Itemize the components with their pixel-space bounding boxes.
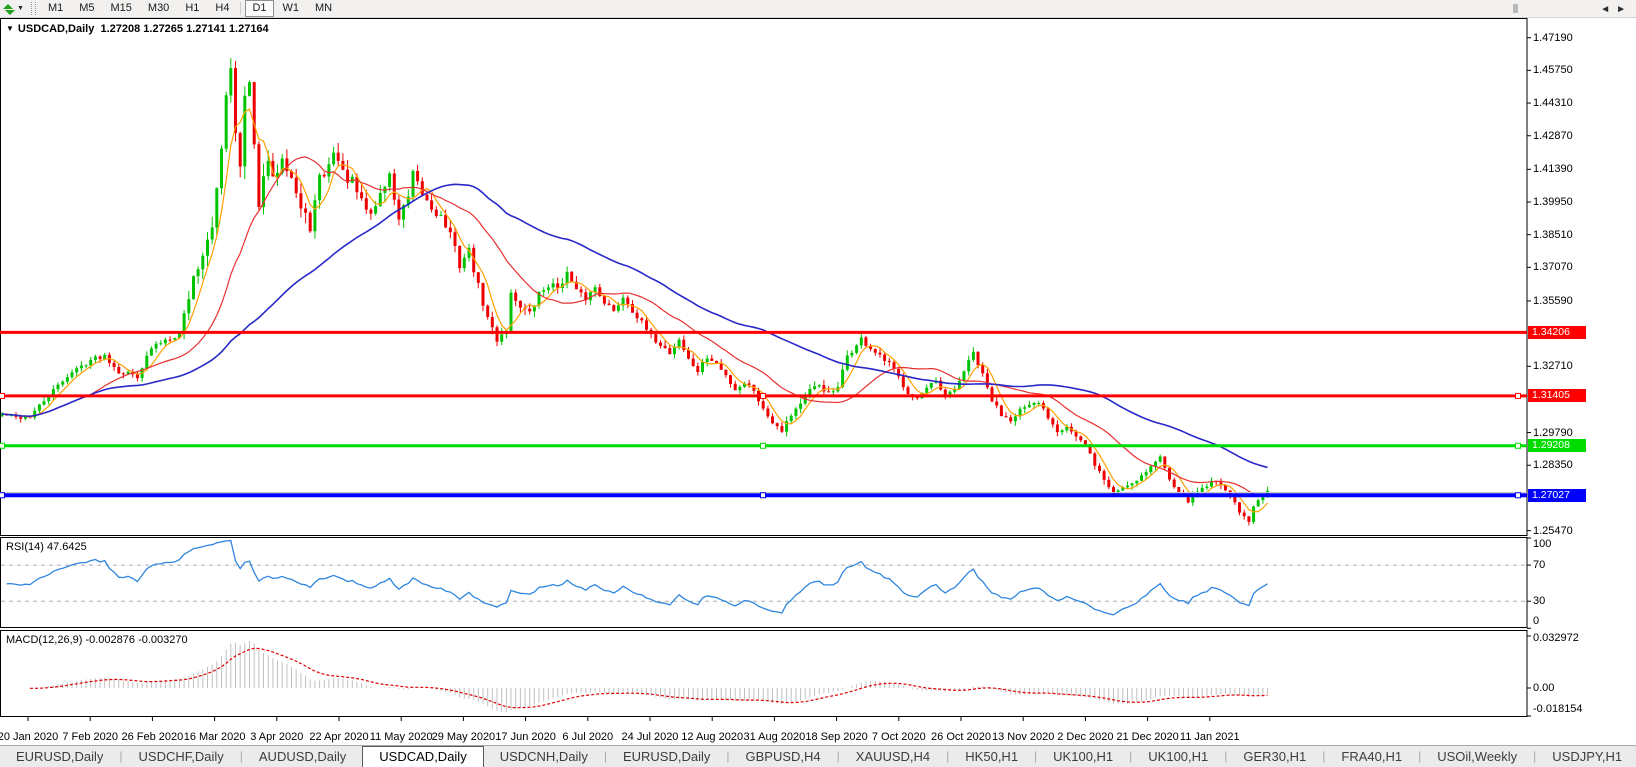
chart-tab-uk100-h1[interactable]: UK100,H1 [1132,746,1224,767]
chart-tab-usoil-weekly[interactable]: USOil,Weekly [1421,746,1533,767]
price-tag-1.34206: 1.34206 [1528,325,1586,339]
hline-handle[interactable] [1515,492,1521,499]
chart-tab-usdcnh-daily[interactable]: USDCNH,Daily [484,746,604,767]
hline-handle[interactable] [1515,392,1521,399]
chart-title-ohlc: 1.27208 1.27265 1.27141 1.27164 [100,23,269,35]
hline-handle[interactable] [760,492,766,499]
macd-tick-label: 0.032972 [1533,632,1579,644]
chart-tab-uk100-h1[interactable]: UK100,H1 [1037,746,1129,767]
price-tick-label: 1.35590 [1533,294,1573,307]
date-tick-label: 11 Jan 2021 [1179,731,1240,743]
chart-tab-usdcad-daily[interactable]: USDCAD,Daily [362,746,484,767]
application-window: ▼ M1 M5 M15 M30 H1 H4 D1 W1 MN ▼ USDCAD,Daily 1.2… [0,0,1636,767]
price-tick-label: 1.44310 [1533,97,1573,110]
chart-tab-ger30-h1[interactable]: GER30,H1 [1227,746,1322,767]
hline-handle[interactable] [0,492,5,499]
price-tick-label: 1.45750 [1533,64,1573,77]
price-tick-label: 1.39950 [1533,196,1573,208]
chart-tab-eurusd-daily[interactable]: EURUSD,Daily [607,746,726,767]
hline-handle[interactable] [760,442,766,449]
price-tick-label: 1.28350 [1533,459,1573,472]
chart-tab-usdjpy-h1[interactable]: USDJPY,H1 [1536,746,1636,767]
chart-tab-audusd-daily[interactable]: AUDUSD,Daily [243,746,362,767]
rsi-tick-label: 100 [1533,538,1552,550]
hline-handle[interactable] [0,392,5,399]
hline-handle[interactable] [0,442,5,449]
chart-title-symbol: USDCAD,Daily [17,23,95,35]
hline-handle[interactable] [760,392,766,399]
hline-handle[interactable] [1515,442,1521,449]
price-tick-label: 1.42870 [1533,129,1573,142]
price-tag-1.27027: 1.27027 [1528,488,1586,502]
chart-tab-xauusd-h4[interactable]: XAUUSD,H4 [840,746,946,767]
chart-title: ▼ USDCAD,Daily 1.27208 1.27265 1.27141 1.… [6,23,269,35]
rsi-tick-label: 0 [1533,615,1540,627]
price-tick-label: 1.38510 [1533,228,1573,241]
price-tick-label: 1.47190 [1533,31,1573,44]
macd-tick-label: -0.018154 [1533,703,1583,715]
price-tick-label: 1.41390 [1533,163,1573,176]
macd-panel[interactable] [0,630,1528,717]
price-tick-label: 1.29790 [1533,426,1573,439]
chart-tab-usdchf-daily[interactable]: USDCHF,Daily [123,746,240,767]
chart-tab-gbpusd-h4[interactable]: GBPUSD,H4 [729,746,836,767]
price-tick-label: 1.25470 [1533,524,1573,537]
rsi-tick-label: 30 [1533,595,1546,608]
rsi-label: RSI(14) 47.6425 [6,541,87,553]
rsi-panel[interactable] [0,537,1528,628]
chart-tab-eurusd-daily[interactable]: EURUSD,Daily [0,746,119,767]
rsi-tick-label: 70 [1533,559,1546,572]
collapse-icon[interactable]: ▼ [6,24,14,33]
price-tag-1.31405: 1.31405 [1528,389,1586,403]
price-tick-label: 1.37070 [1533,261,1573,274]
chart-tab-hk50-h1[interactable]: HK50,H1 [949,746,1034,767]
chart-tab-fra40-h1[interactable]: FRA40,H1 [1325,746,1418,767]
chart-tab-bar: EURUSD,Daily | USDCHF,Daily | AUDUSD,Daily US… [0,745,1636,767]
price-tag-1.29208: 1.29208 [1528,439,1586,453]
macd-label: MACD(12,26,9) -0.002876 -0.003270 [6,634,188,646]
price-tick-label: 1.32710 [1533,360,1573,373]
chart-surface[interactable] [0,0,1636,767]
macd-tick-label: 0.00 [1533,682,1555,694]
